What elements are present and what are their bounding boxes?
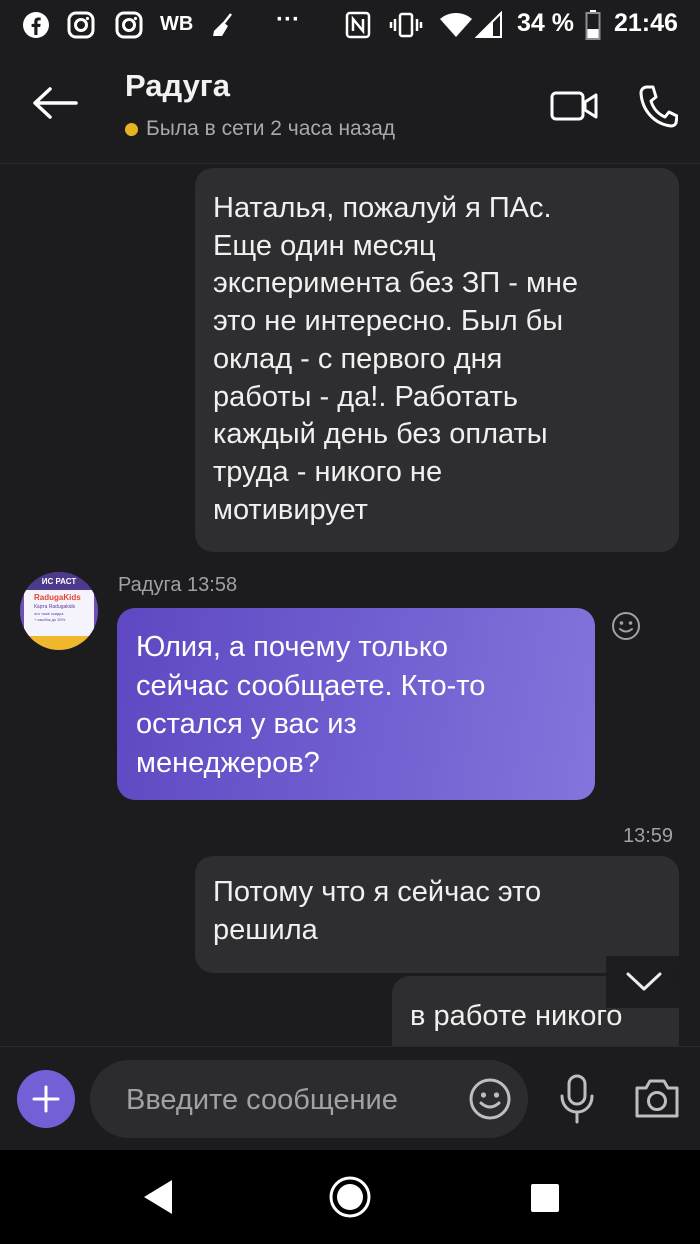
emoji-icon[interactable]	[468, 1077, 512, 1121]
clock: 21:46	[614, 9, 678, 37]
wifi-icon	[438, 10, 474, 40]
message-input-placeholder: Введите сообщение	[126, 1084, 398, 1116]
avatar-card: RadugaKids Карта Radugakids это тоже ски…	[24, 590, 94, 636]
scroll-down-button[interactable]	[606, 956, 686, 1008]
message-input[interactable]: Введите сообщение	[90, 1060, 528, 1138]
vibrate-icon	[388, 10, 424, 40]
instagram-icon	[114, 10, 144, 40]
message-line: остался у вас из	[136, 708, 357, 740]
message-line: менеджеров?	[136, 746, 320, 779]
instagram-icon	[66, 10, 96, 40]
message-time: 13:59	[623, 825, 674, 847]
message-line: это не интересно. Был бы	[213, 305, 564, 338]
signal-icon	[474, 10, 504, 40]
emoji-reaction-icon[interactable]	[611, 611, 641, 641]
presence-dot-icon	[125, 122, 138, 136]
nav-home-icon[interactable]	[328, 1175, 372, 1219]
message-line: мотивирует	[213, 493, 368, 526]
broom-icon	[208, 10, 238, 40]
more-notifications-dots: ···	[276, 6, 300, 33]
scroll-down-chevron-icon	[626, 972, 662, 991]
message-time: 13:58	[187, 574, 238, 596]
message-sender-meta: Радуга 13:58	[118, 574, 237, 597]
avatar-card-text: + кэшбэк до 30%	[34, 617, 66, 622]
nav-back-icon[interactable]	[138, 1177, 178, 1217]
presence-status: Была в сети 2 часа назад	[125, 117, 395, 141]
battery-percent: 34 %	[517, 9, 574, 37]
camera-icon[interactable]	[633, 1076, 681, 1120]
message-line: Еще один месяц	[213, 229, 436, 262]
avatar-card-text: Карта Radugakids	[34, 604, 76, 610]
back-arrow-icon[interactable]	[30, 85, 80, 125]
facebook-icon	[21, 10, 51, 40]
status-bar: WB ··· 34 % 21:46	[0, 0, 700, 50]
partial-message-clip: в работе никого	[0, 976, 700, 1046]
nav-recents-icon[interactable]	[530, 1183, 560, 1213]
battery-icon	[582, 10, 604, 40]
message-line: Потому что я сейчас это	[213, 876, 542, 908]
chat-title[interactable]: Радуга	[125, 68, 230, 104]
sender-name: Радуга	[118, 574, 182, 596]
message-line: каждый день без оплаты	[213, 418, 548, 451]
message-line: сейчас сообщаете. Кто-то	[136, 669, 486, 702]
video-call-icon[interactable]	[550, 88, 598, 124]
incoming-message-bubble[interactable]: Юлия, а почему только сейчас сообщаете. …	[117, 608, 595, 800]
avatar[interactable]: ИС РАСТ RadugaKids Карта Radugakids это …	[20, 572, 98, 650]
avatar-brand-text: RadugaKids	[34, 593, 81, 602]
avatar-banner-text: ИС РАСТ	[20, 572, 98, 592]
plus-icon	[32, 1085, 60, 1113]
message-line: работы - да!. Работать	[213, 380, 518, 413]
nfc-icon	[343, 10, 373, 40]
message-line: Юлия, а почему только	[136, 631, 448, 663]
message-line: Наталья, пожалуй я ПАс.	[213, 192, 552, 224]
outgoing-message-bubble[interactable]: Наталья, пожалуй я ПАс. Еще один месяц э…	[195, 168, 679, 552]
message-line: труда - никого не	[213, 455, 443, 488]
message-line: оклад - с первого дня	[213, 342, 503, 375]
avatar-card-text: это тоже скидка	[34, 611, 64, 616]
message-line: решила	[213, 913, 318, 946]
plus-button[interactable]	[17, 1070, 75, 1128]
message-line: эксперимента без ЗП - мне	[213, 267, 579, 300]
system-nav-bar	[0, 1150, 700, 1244]
phone-icon[interactable]	[638, 84, 679, 128]
avatar-stripe	[20, 636, 98, 650]
microphone-icon[interactable]	[557, 1074, 597, 1124]
presence-text: Была в сети 2 часа назад	[146, 117, 396, 140]
wb-icon: WB	[160, 13, 194, 35]
